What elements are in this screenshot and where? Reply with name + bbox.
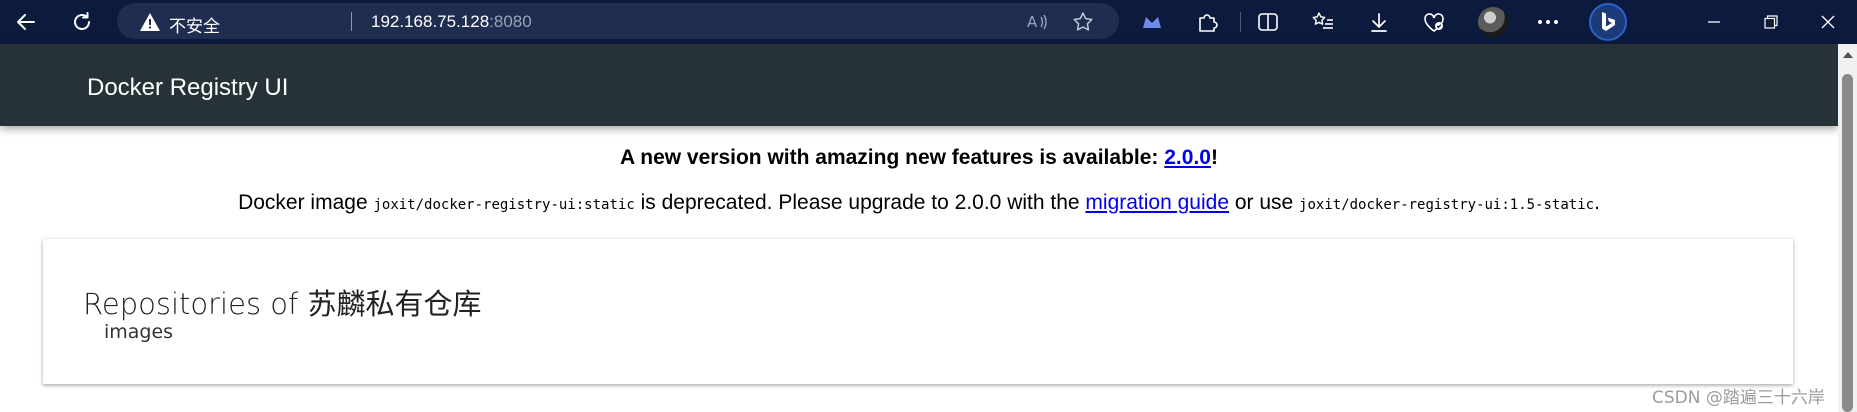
address-bar[interactable]: 不安全 192.168.75.128:8080 A <box>117 3 1119 39</box>
new-version-suffix: ! <box>1210 146 1218 169</box>
url-port: :8080 <box>489 12 532 31</box>
deprecated-end: . <box>1594 191 1600 214</box>
favorites-list-icon[interactable] <box>1310 9 1336 35</box>
new-version-text: A new version with amazing new features … <box>620 146 1165 169</box>
bing-copilot-button[interactable] <box>1589 3 1627 41</box>
minimize-window-icon[interactable] <box>1702 10 1726 34</box>
more-options-icon[interactable] <box>1535 9 1561 35</box>
scrollbar-thumb[interactable] <box>1842 74 1853 412</box>
app-header: Docker Registry UI <box>0 44 1838 126</box>
security-status-label[interactable]: 不安全 <box>169 12 220 37</box>
deprecated-prefix: Docker image <box>238 191 374 214</box>
refresh-button[interactable] <box>62 6 102 38</box>
back-arrow-icon <box>17 14 35 30</box>
url-host: 192.168.75.128 <box>371 12 490 31</box>
deprecated-middle: is deprecated. Please upgrade to 2.0.0 w… <box>634 191 1086 214</box>
watermark: CSDN @踏遍三十六岸 <box>1652 388 1825 408</box>
back-button[interactable] <box>6 6 46 38</box>
warning-icon[interactable] <box>139 12 161 32</box>
app-title[interactable]: Docker Registry UI <box>87 74 288 102</box>
address-divider <box>351 12 352 31</box>
new-version-link[interactable]: 2.0.0 <box>1164 146 1211 169</box>
scroll-up-arrow-icon[interactable] <box>1843 52 1853 58</box>
url-text[interactable]: 192.168.75.128:8080 <box>371 12 532 32</box>
alternative-image-name: joxit/docker-registry-ui:1.5-static <box>1299 197 1595 213</box>
migration-guide-link[interactable]: migration guide <box>1085 191 1229 214</box>
new-version-notice: A new version with amazing new features … <box>0 146 1838 170</box>
extensions-puzzle-icon[interactable] <box>1194 9 1220 35</box>
restore-window-icon[interactable] <box>1759 10 1783 34</box>
bing-icon <box>1602 12 1615 31</box>
deprecation-notice: Docker image joxit/docker-registry-ui:st… <box>0 191 1838 215</box>
refresh-icon <box>74 12 90 30</box>
read-aloud-icon[interactable]: A <box>1026 11 1048 33</box>
svg-text:A: A <box>1027 13 1038 31</box>
repository-item[interactable]: images <box>104 321 173 343</box>
close-window-icon[interactable] <box>1816 10 1840 34</box>
extension-crown-icon[interactable] <box>1139 9 1165 35</box>
repositories-card: Repositories of 苏麟私有仓库 images <box>43 239 1793 384</box>
browser-essentials-icon[interactable] <box>1421 9 1447 35</box>
profile-avatar[interactable] <box>1478 7 1508 37</box>
deprecated-image-name: joxit/docker-registry-ui:static <box>373 197 635 213</box>
favorite-star-icon[interactable] <box>1072 11 1094 33</box>
deprecated-or-use: or use <box>1229 191 1300 214</box>
toolbar-divider <box>1240 12 1241 32</box>
downloads-icon[interactable] <box>1366 9 1392 35</box>
split-screen-icon[interactable] <box>1255 9 1281 35</box>
browser-toolbar: 不安全 192.168.75.128:8080 A <box>0 0 1857 44</box>
repositories-title: Repositories of 苏麟私有仓库 <box>83 287 482 321</box>
